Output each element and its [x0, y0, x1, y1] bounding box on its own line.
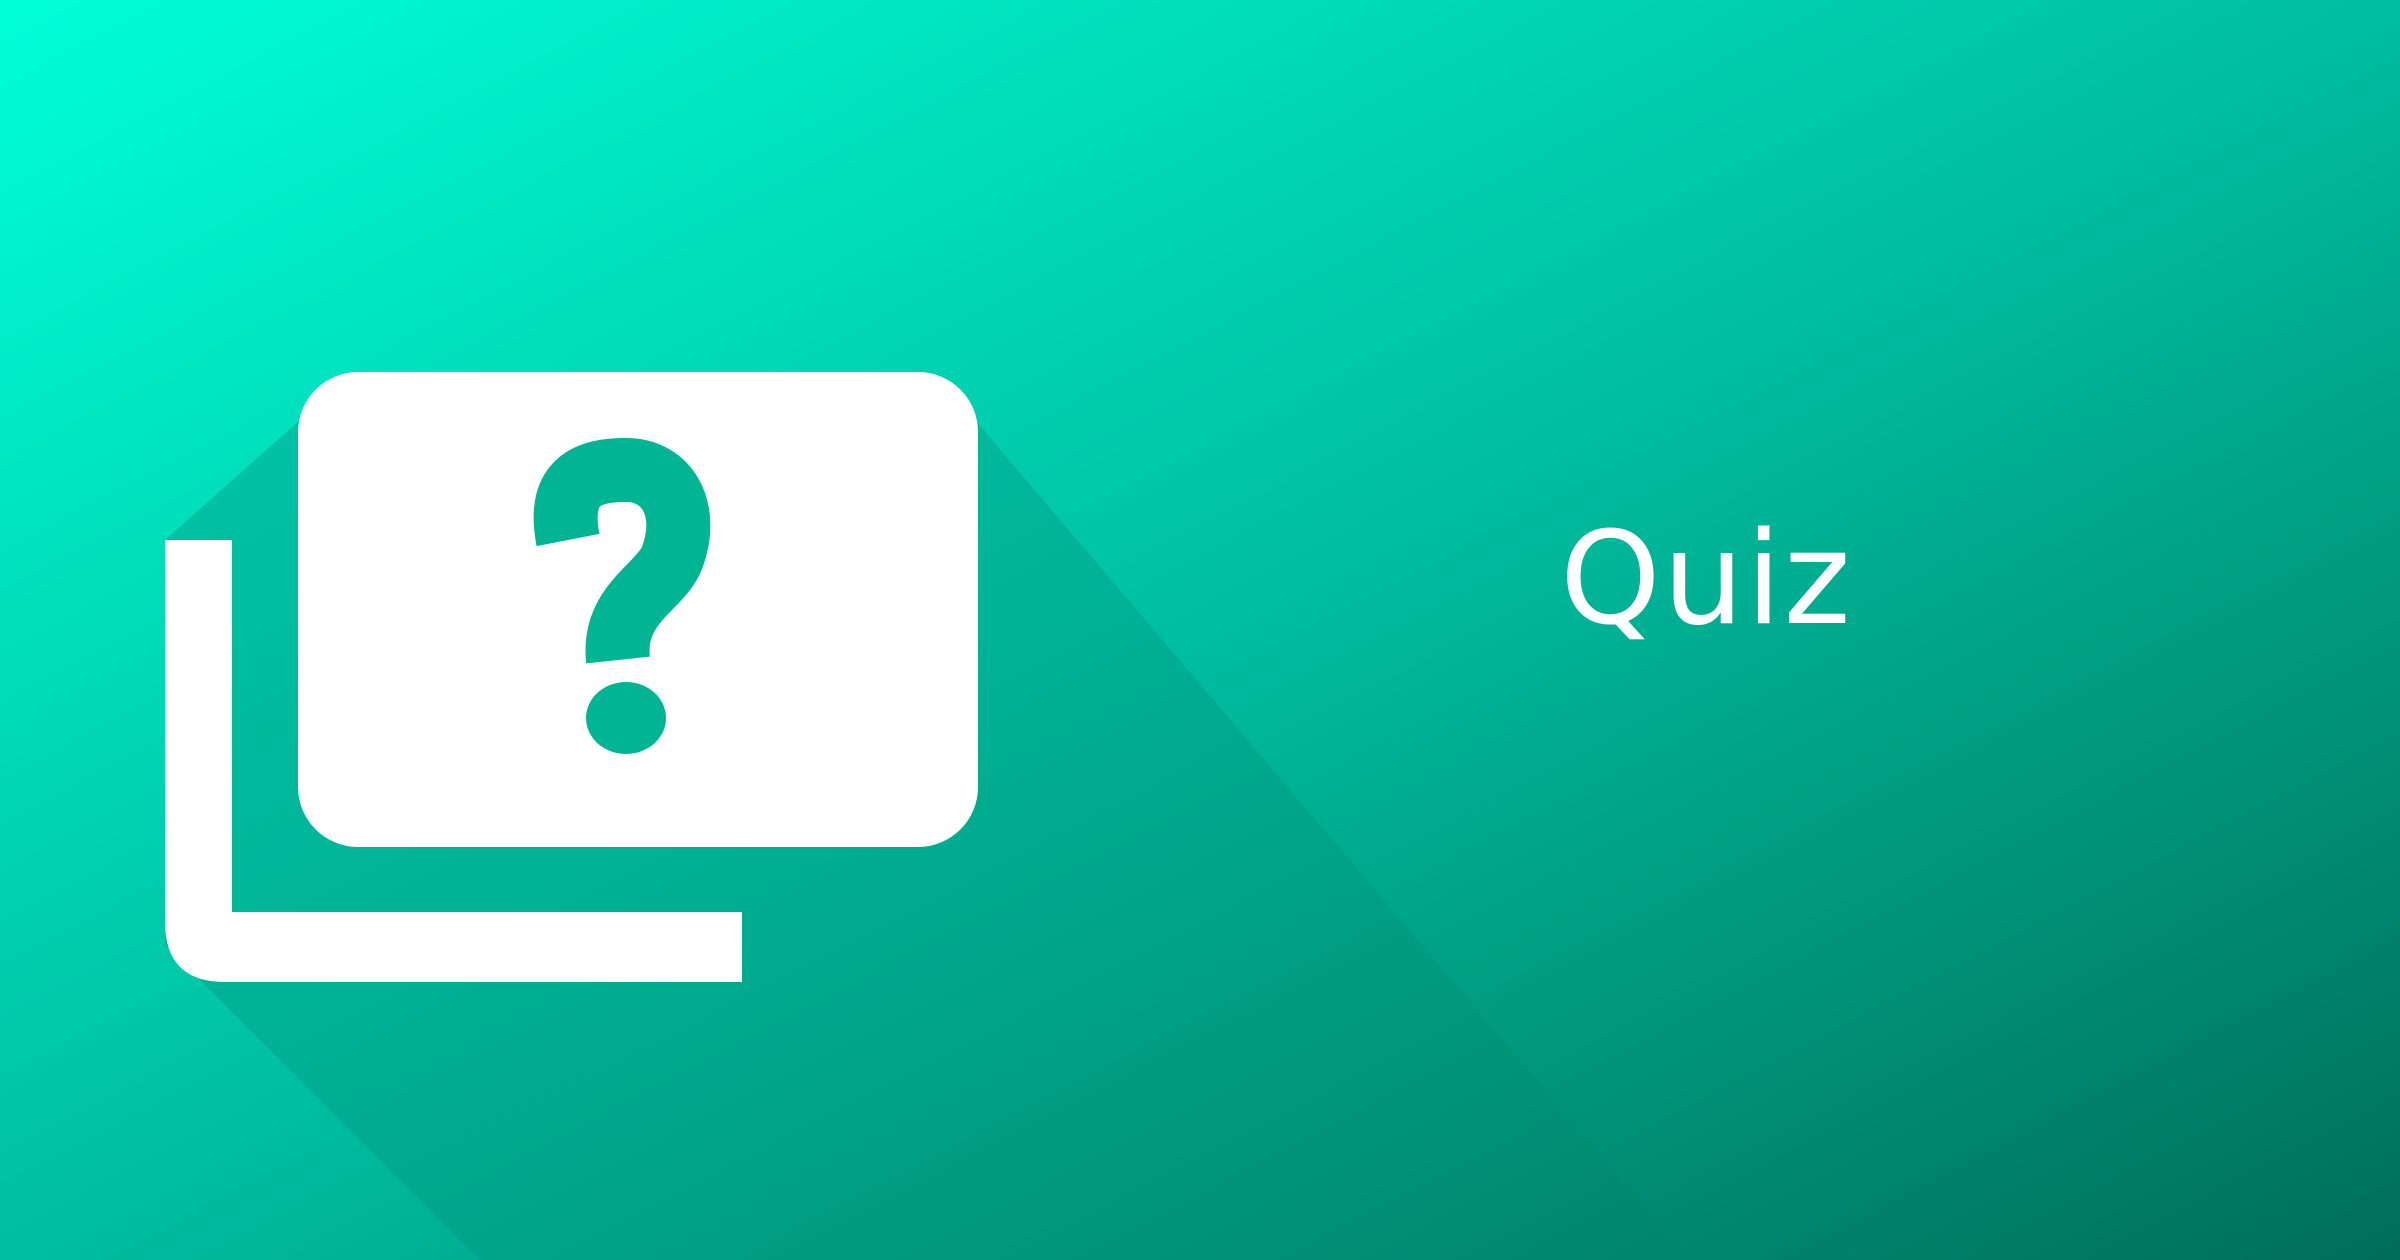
- banner-background: [0, 0, 2400, 1260]
- question-mark-dot: [586, 682, 666, 754]
- banner-title: Quiz: [1560, 505, 1853, 654]
- quiz-banner: Quiz: [0, 0, 2400, 1260]
